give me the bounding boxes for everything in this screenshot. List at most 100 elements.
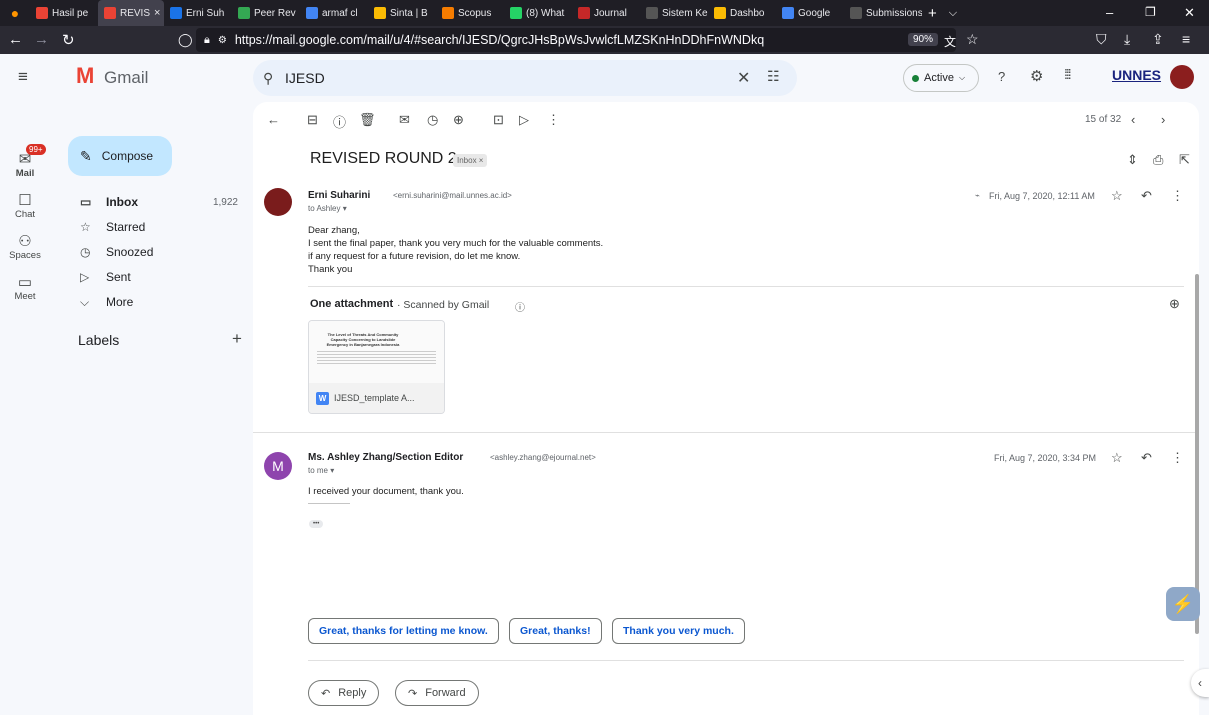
browser-tab[interactable]: REVIS ×: [98, 0, 164, 26]
minimize-button[interactable]: –: [1106, 5, 1113, 20]
print-icon[interactable]: ⎙: [1153, 152, 1163, 168]
share-icon[interactable]: ⇪: [1152, 31, 1164, 48]
permissions-icon[interactable]: ⚙: [218, 35, 227, 46]
add-to-drive-icon[interactable]: ⊕: [1169, 296, 1180, 312]
restore-button[interactable]: ❐: [1145, 5, 1156, 19]
close-tab-icon[interactable]: ×: [154, 7, 160, 19]
sender-avatar[interactable]: M: [264, 452, 292, 480]
recipient-line[interactable]: to me ▾: [308, 466, 334, 475]
translate-icon[interactable]: 文: [944, 33, 956, 50]
nav-item-inbox[interactable]: ▭ Inbox 1,922: [56, 190, 246, 214]
forward-arrow-icon[interactable]: →: [34, 31, 49, 48]
forward-button[interactable]: ↷ Forward: [395, 680, 479, 706]
url-text[interactable]: https://mail.google.com/mail/u/4/#search…: [235, 33, 764, 47]
add-label-icon[interactable]: +: [232, 329, 242, 349]
browser-tab[interactable]: Journal: [572, 0, 640, 26]
snooze-icon[interactable]: ◷: [427, 112, 438, 128]
bookmark-star-icon[interactable]: ☆: [966, 31, 979, 48]
move-to-icon[interactable]: ⊡: [493, 112, 504, 128]
more-actions-icon[interactable]: ⋮: [547, 112, 560, 128]
reply-icon[interactable]: ↶: [1141, 450, 1152, 466]
browser-tab[interactable]: Google: [776, 0, 844, 26]
scrollbar[interactable]: [1195, 274, 1199, 634]
nav-item-starred[interactable]: ☆ Starred: [56, 215, 246, 239]
star-message-icon[interactable]: ☆: [1111, 450, 1123, 466]
floating-assistant-icon[interactable]: ⚡: [1166, 587, 1200, 621]
close-window-button[interactable]: ✕: [1184, 5, 1195, 21]
compose-button[interactable]: ✎ Compose: [68, 136, 172, 176]
settings-gear-icon[interactable]: ⚙: [1030, 67, 1043, 85]
reply-icon[interactable]: ↶: [1141, 188, 1152, 204]
attachment-card[interactable]: The Level of Threats And Community Capac…: [308, 320, 445, 414]
main-menu-icon[interactable]: ≡: [18, 67, 28, 87]
label-icon[interactable]: ▷: [519, 112, 529, 128]
expand-all-icon[interactable]: ⇕: [1127, 152, 1138, 168]
search-icon[interactable]: ⚲: [263, 70, 285, 87]
status-selector[interactable]: Active ⌵: [903, 64, 979, 92]
delete-icon[interactable]: 🗑︎: [359, 112, 376, 128]
browser-tab[interactable]: Scopus: [436, 0, 504, 26]
back-arrow-icon[interactable]: ←: [8, 31, 23, 48]
reply-button[interactable]: ↶ Reply: [308, 680, 380, 706]
pocket-icon[interactable]: ⛉: [1096, 31, 1107, 48]
search-bar[interactable]: ⚲ IJESD ✕ ☷: [253, 60, 797, 96]
info-icon[interactable]: ⓘ: [515, 299, 525, 314]
smart-reply-1[interactable]: Great, thanks for letting me know.: [308, 618, 499, 644]
apps-grid-icon[interactable]: ⁞⁞⁞: [1064, 66, 1072, 82]
org-badge[interactable]: UNNES: [1112, 67, 1161, 83]
lock-icon[interactable]: 🔒︎: [204, 34, 210, 47]
url-field[interactable]: 🔒︎ ⚙ https://mail.google.com/mail/u/4/#s…: [196, 28, 956, 52]
search-input[interactable]: IJESD: [285, 70, 325, 86]
new-tab-button[interactable]: +: [928, 5, 937, 22]
add-task-icon[interactable]: ⊕: [453, 112, 464, 128]
firefox-menu-icon[interactable]: ●: [0, 5, 30, 21]
app-menu-icon[interactable]: ≡: [1182, 31, 1190, 47]
mark-unread-icon[interactable]: ✉: [399, 112, 410, 128]
zoom-badge[interactable]: 90%: [908, 33, 939, 46]
gmail-logo-text[interactable]: Gmail: [104, 68, 148, 88]
sender-name[interactable]: Ms. Ashley Zhang/Section Editor: [308, 452, 463, 463]
shield-icon[interactable]: ◯: [178, 32, 193, 48]
chat-icon: ☐: [18, 192, 32, 209]
browser-tab[interactable]: Erni Suh: [164, 0, 232, 26]
report-spam-icon[interactable]: ⓘ: [333, 112, 346, 131]
recipient-line[interactable]: to Ashley ▾: [308, 204, 347, 213]
archive-icon[interactable]: ⊟: [307, 112, 318, 128]
browser-tab[interactable]: Hasil pe: [30, 0, 98, 26]
browser-tab[interactable]: (8) What: [504, 0, 572, 26]
new-window-icon[interactable]: ⇱: [1179, 152, 1190, 168]
message-more-icon[interactable]: ⋮: [1171, 188, 1184, 204]
nav-item-sent[interactable]: ▷ Sent: [56, 265, 246, 289]
newer-chevron-icon[interactable]: ‹: [1131, 112, 1135, 127]
clear-search-icon[interactable]: ✕: [737, 68, 750, 88]
browser-tab[interactable]: armaf cl: [300, 0, 368, 26]
back-to-search-icon[interactable]: ←: [267, 112, 280, 127]
rail-item-spaces[interactable]: ⚇ Spaces: [0, 232, 50, 261]
rail-item-meet[interactable]: ▭ Meet: [0, 273, 50, 302]
browser-tab[interactable]: Sistem Kepe: [640, 0, 708, 26]
reload-icon[interactable]: ↻: [62, 31, 75, 49]
browser-tab[interactable]: Sinta | B: [368, 0, 436, 26]
sender-name[interactable]: Erni Suharini: [308, 190, 370, 201]
gmail-logo-icon[interactable]: M: [76, 64, 94, 88]
account-avatar[interactable]: [1170, 65, 1194, 89]
nav-item-snoozed[interactable]: ◷ Snoozed: [56, 240, 246, 264]
browser-tab[interactable]: Peer Rev: [232, 0, 300, 26]
rail-item-chat[interactable]: ☐ Chat: [0, 191, 50, 220]
download-icon[interactable]: ⤓: [1124, 31, 1130, 48]
message-more-icon[interactable]: ⋮: [1171, 450, 1184, 466]
show-trimmed-content[interactable]: •••: [309, 520, 324, 528]
browser-tab[interactable]: Dashbo: [708, 0, 776, 26]
smart-reply-3[interactable]: Thank you very much.: [612, 618, 745, 644]
help-icon[interactable]: ?: [998, 69, 1005, 84]
browser-tab[interactable]: Submissions: [844, 0, 922, 26]
smart-reply-2[interactable]: Great, thanks!: [509, 618, 602, 644]
inbox-label-chip[interactable]: Inbox ×: [453, 154, 488, 167]
search-options-icon[interactable]: ☷: [767, 68, 780, 85]
rail-item-mail[interactable]: ✉ 99+ Mail: [0, 144, 50, 179]
older-chevron-icon[interactable]: ›: [1161, 112, 1165, 127]
nav-item-more[interactable]: ⌵ More: [56, 290, 246, 314]
tab-list-chevron-icon[interactable]: ⌵: [949, 7, 957, 20]
star-message-icon[interactable]: ☆: [1111, 188, 1123, 204]
sender-avatar[interactable]: [264, 188, 292, 216]
